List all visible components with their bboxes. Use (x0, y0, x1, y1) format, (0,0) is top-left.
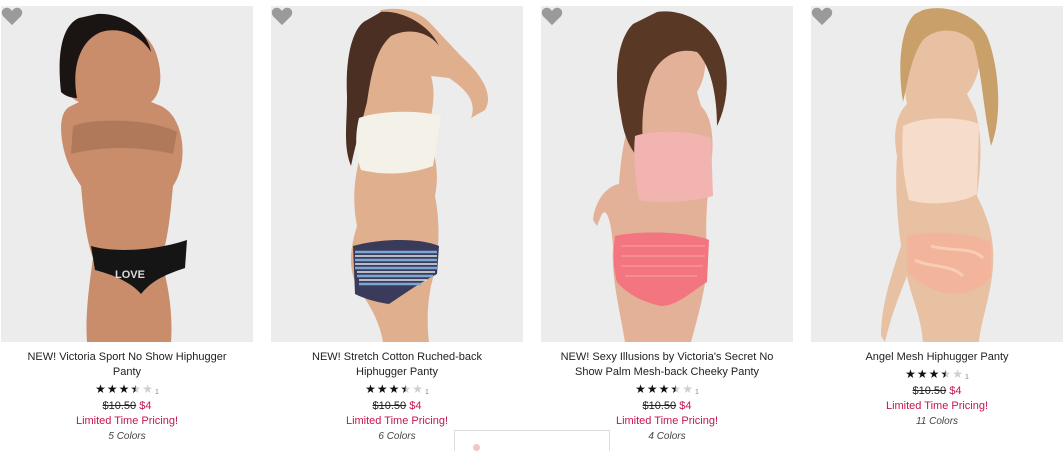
model-photo (271, 6, 523, 342)
product-info: NEW! Sexy Illusions by Victoria's Secret… (541, 342, 793, 444)
star-icon: ★ (646, 382, 658, 396)
star-rating: ★ ★ ★ ★ ★ 1 (905, 367, 969, 381)
star-icon: ★ (635, 382, 646, 396)
product-card[interactable]: Angel Mesh Hiphugger Panty ★ ★ ★ ★ ★ 1 $… (811, 6, 1063, 429)
product-info: Angel Mesh Hiphugger Panty ★ ★ ★ ★ ★ 1 $… (811, 342, 1063, 429)
sale-price: $4 (949, 385, 962, 397)
color-count: 11 Colors (915, 416, 959, 427)
svg-text:LOVE: LOVE (115, 269, 145, 281)
product-grid: LOVE NEW! Victoria Sport No Show Hiphugg… (0, 0, 1064, 447)
star-icon: ★ (95, 382, 106, 396)
heart-icon[interactable] (541, 6, 563, 26)
model-photo (541, 6, 793, 342)
promo-label: Limited Time Pricing! (885, 400, 989, 412)
product-name[interactable]: NEW! Stretch Cotton Ruched-back Hiphugge… (287, 350, 507, 380)
heart-icon[interactable] (811, 6, 833, 26)
product-card[interactable]: LOVE NEW! Victoria Sport No Show Hiphugg… (1, 6, 253, 444)
product-image[interactable] (541, 6, 793, 342)
star-icon: ★ (365, 382, 376, 396)
rating-count: 1 (154, 389, 159, 396)
promo-label: Limited Time Pricing! (345, 415, 449, 427)
product-info: NEW! Stretch Cotton Ruched-back Hiphugge… (271, 342, 523, 444)
star-icon: ★ (106, 382, 118, 396)
star-empty-icon: ★ (412, 382, 423, 396)
star-rating: ★ ★ ★ ★ ★ 1 (95, 382, 159, 396)
star-empty-icon: ★ (952, 367, 963, 381)
product-image[interactable]: LOVE (1, 6, 253, 342)
product-info: NEW! Victoria Sport No Show Hiphugger Pa… (1, 342, 253, 444)
original-price: $10.50 (372, 400, 407, 412)
promo-label: Limited Time Pricing! (615, 415, 719, 427)
heart-icon[interactable] (1, 6, 23, 26)
star-icon: ★ (388, 382, 400, 396)
product-name[interactable]: Angel Mesh Hiphugger Panty (827, 350, 1047, 365)
heart-icon[interactable] (271, 6, 293, 26)
star-icon: ★ (118, 382, 130, 396)
product-image[interactable] (811, 6, 1063, 342)
rating-count: 1 (694, 389, 699, 396)
sale-price: $4 (139, 400, 152, 412)
star-icon: ★ (928, 367, 940, 381)
rating-count: 1 (964, 374, 969, 381)
star-half-icon: ★ (130, 382, 142, 396)
original-price: $10.50 (912, 385, 947, 397)
star-half-icon: ★ (400, 382, 412, 396)
product-card[interactable]: NEW! Sexy Illusions by Victoria's Secret… (541, 6, 793, 444)
star-rating: ★ ★ ★ ★ ★ 1 (635, 382, 699, 396)
price-row: $10.50 $4 (811, 384, 1063, 399)
star-icon: ★ (658, 382, 670, 396)
original-price: $10.50 (642, 400, 677, 412)
star-icon: ★ (916, 367, 928, 381)
star-half-icon: ★ (670, 382, 682, 396)
color-count: 5 Colors (108, 431, 146, 442)
model-photo: LOVE (1, 6, 253, 342)
chat-popup-edge[interactable] (454, 430, 610, 451)
price-row: $10.50 $4 (1, 399, 253, 414)
star-half-icon: ★ (940, 367, 952, 381)
star-empty-icon: ★ (142, 382, 153, 396)
star-empty-icon: ★ (682, 382, 693, 396)
original-price: $10.50 (102, 400, 137, 412)
price-row: $10.50 $4 (541, 399, 793, 414)
sale-price: $4 (679, 400, 692, 412)
model-photo (811, 6, 1063, 342)
star-rating: ★ ★ ★ ★ ★ 1 (365, 382, 429, 396)
product-name[interactable]: NEW! Victoria Sport No Show Hiphugger Pa… (17, 350, 237, 380)
promo-label: Limited Time Pricing! (75, 415, 179, 427)
product-card[interactable]: NEW! Stretch Cotton Ruched-back Hiphugge… (271, 6, 523, 444)
sale-price: $4 (409, 400, 422, 412)
rating-count: 1 (424, 389, 429, 396)
star-icon: ★ (905, 367, 916, 381)
price-row: $10.50 $4 (271, 399, 523, 414)
star-icon: ★ (376, 382, 388, 396)
product-image[interactable] (271, 6, 523, 342)
product-name[interactable]: NEW! Sexy Illusions by Victoria's Secret… (557, 350, 777, 380)
popup-dot-icon (473, 444, 480, 451)
